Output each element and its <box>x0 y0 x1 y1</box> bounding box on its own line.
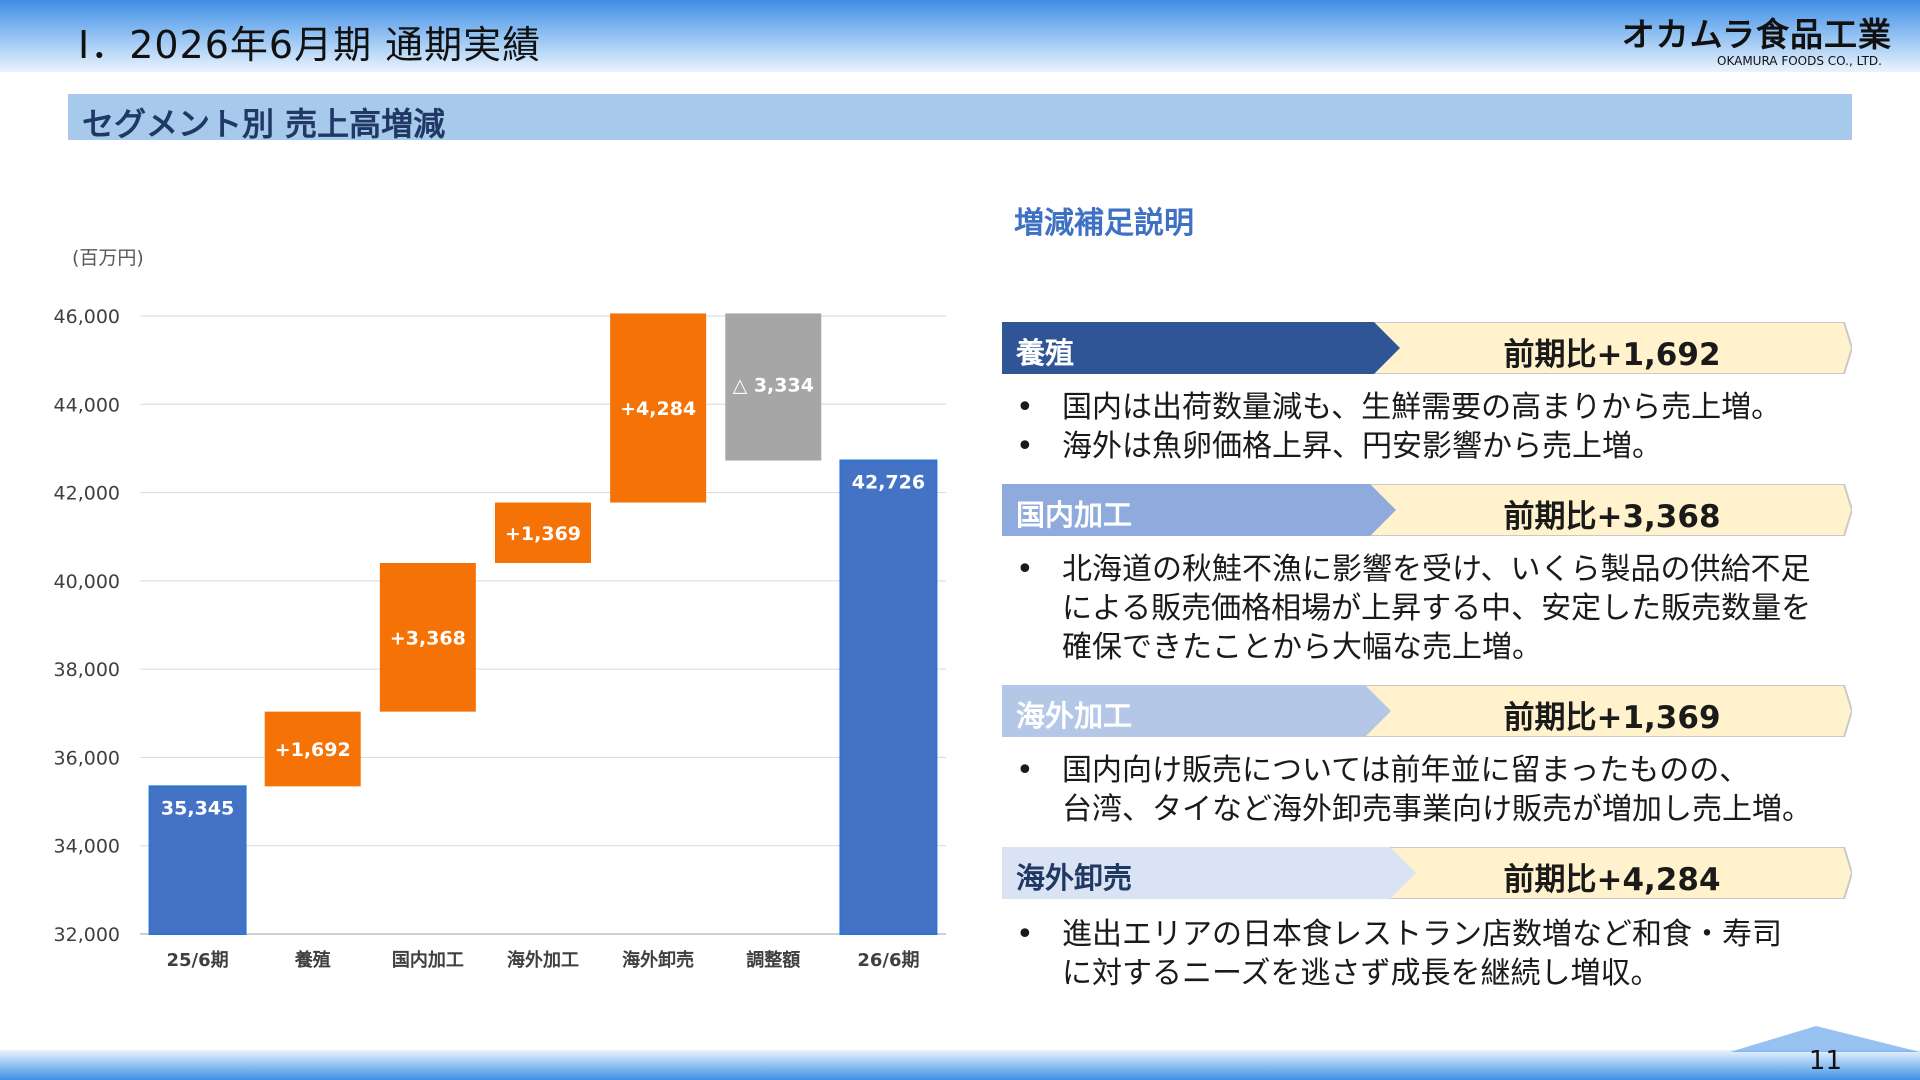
company-logo-english: OKAMURA FOODS CO., LTD. <box>1717 54 1882 68</box>
page-title: Ⅰ．2026年6月期 通期実績 <box>78 23 542 67</box>
y-tick-label: 38,000 <box>54 659 120 681</box>
y-tick-label: 36,000 <box>54 747 120 769</box>
category-label: 26/6期 <box>857 950 919 971</box>
segment-bullets: 北海道の秋鮭不漁に影響を受け、いくら製品の供給不足 による販売価格相場が上昇する… <box>1002 550 1852 667</box>
section-header: セグメント別 売上高増減 <box>68 94 1852 143</box>
segment-change: 前期比+1,369 <box>1503 700 1721 736</box>
segment-bullets: 国内向け販売については前年並に留まったものの、 台湾、タイなど海外卸売事業向け販… <box>1002 751 1852 829</box>
data-label: △ 3,334 <box>733 374 814 396</box>
data-label: +1,692 <box>275 739 351 761</box>
data-label: 42,726 <box>852 472 925 494</box>
segment-name: 国内加工 <box>1016 498 1133 532</box>
bullet-item: 国内は出荷数量減も、生鮮需要の高まりから売上増。 <box>1002 388 1852 427</box>
waterfall-chart: (百万円) 32,000 34,000 36,000 38,000 40,000 42,00… <box>54 247 946 971</box>
data-label: 35,345 <box>161 797 234 819</box>
data-label: +4,284 <box>620 398 696 420</box>
segment-aquaculture: 養殖 前期比+1,692 国内は出荷数量減も、生鮮需要の高まりから売上増。 海外… <box>1002 322 1852 466</box>
bullet-item: 進出エリアの日本食レストラン店数増など和食・寿司 <box>1002 915 1852 954</box>
y-tick-label: 46,000 <box>54 306 120 328</box>
segment-header: 海外卸売 前期比+4,284 <box>1002 847 1852 899</box>
segment-change: 前期比+4,284 <box>1503 862 1721 898</box>
bar-total <box>839 459 938 935</box>
bullet-continuation: による販売価格相場が上昇する中、安定した販売数量を <box>1062 591 1812 626</box>
bullet-item: 北海道の秋鮭不漁に影響を受け、いくら製品の供給不足 <box>1002 550 1852 589</box>
segment-overseas-wholesale: 海外卸売 前期比+4,284 進出エリアの日本食レストラン店数増など和食・寿司 … <box>1002 847 1852 993</box>
category-label: 海外卸売 <box>622 949 694 971</box>
section-title: セグメント別 売上高増減 <box>82 105 446 143</box>
category-label: 調整額 <box>746 949 800 971</box>
segment-header: 国内加工 前期比+3,368 <box>1002 484 1852 536</box>
y-tick-label: 32,000 <box>54 924 120 946</box>
category-label: 海外加工 <box>507 949 579 971</box>
segment-change: 前期比+1,692 <box>1503 337 1721 373</box>
segment-name: 海外加工 <box>1016 699 1133 733</box>
category-label: 国内加工 <box>392 949 464 971</box>
explanation-heading: 増減補足説明 <box>1014 206 1194 241</box>
y-tick-label: 40,000 <box>54 571 120 593</box>
segment-overseas-processing: 海外加工 前期比+1,369 国内向け販売については前年並に留まったものの、 台… <box>1002 685 1852 829</box>
unit-label: (百万円) <box>72 247 144 269</box>
bullet-item: 国内向け販売については前年並に留まったものの、 <box>1002 751 1852 790</box>
bullet-continuation: に対するニーズを逃さず成長を継続し増収。 <box>1062 956 1661 991</box>
y-tick-label: 42,000 <box>54 483 120 505</box>
segment-change: 前期比+3,368 <box>1503 499 1721 535</box>
bullet-continuation: 確保できたことから大幅な売上増。 <box>1062 630 1542 665</box>
segment-domestic-processing: 国内加工 前期比+3,368 北海道の秋鮭不漁に影響を受け、いくら製品の供給不足… <box>1002 484 1852 667</box>
category-label: 養殖 <box>294 949 331 971</box>
segment-name: 海外卸売 <box>1016 861 1133 895</box>
bullet-item: 海外は魚卵価格上昇、円安影響から売上増。 <box>1002 427 1852 466</box>
page-number: 11 <box>1808 1046 1842 1076</box>
y-tick-label: 34,000 <box>54 836 120 858</box>
segment-bullets: 進出エリアの日本食レストラン店数増など和食・寿司 に対するニーズを逃さず成長を継… <box>1002 915 1852 993</box>
data-label: +3,368 <box>390 627 466 649</box>
data-label: +1,369 <box>505 523 581 545</box>
bullet-continuation: 台湾、タイなど海外卸売事業向け販売が増加し売上増。 <box>1062 792 1812 827</box>
segment-header: 海外加工 前期比+1,369 <box>1002 685 1852 737</box>
company-logo: オカムラ食品工業 <box>1621 15 1892 54</box>
y-tick-label: 44,000 <box>54 394 120 416</box>
segment-bullets: 国内は出荷数量減も、生鮮需要の高まりから売上増。 海外は魚卵価格上昇、円安影響か… <box>1002 388 1852 466</box>
segment-name: 養殖 <box>1016 336 1075 370</box>
bottom-banner <box>0 1050 1920 1080</box>
segment-header: 養殖 前期比+1,692 <box>1002 322 1852 374</box>
category-label: 25/6期 <box>166 950 228 971</box>
